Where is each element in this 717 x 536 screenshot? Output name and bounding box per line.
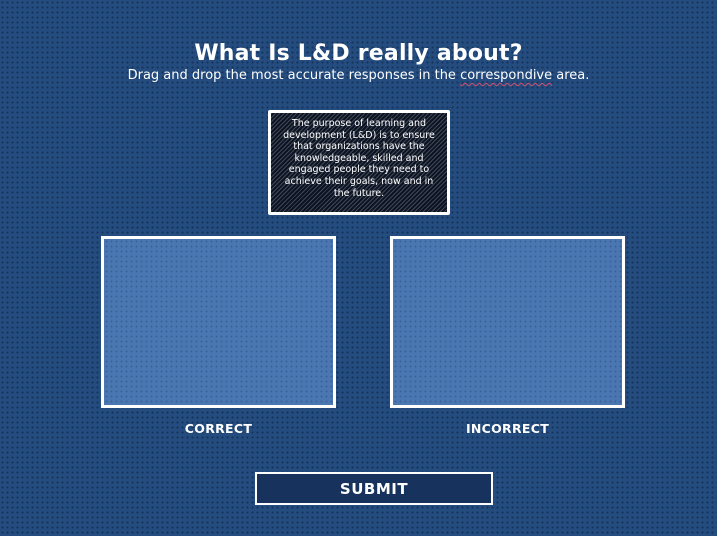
drop-zone-incorrect[interactable] — [390, 236, 625, 408]
instructions-highlight: correspondive — [460, 68, 553, 83]
drop-zone-incorrect-label: INCORRECT — [465, 421, 550, 436]
instructions: Drag and drop the most accurate response… — [0, 67, 717, 85]
response-card-text: The purpose of learning and development … — [283, 118, 435, 199]
instructions-text-end: area. — [552, 68, 590, 83]
drop-zone-correct[interactable] — [101, 236, 336, 408]
submit-button-label: SUBMIT — [339, 479, 409, 498]
page-title: What Is L&D really about? — [194, 41, 523, 66]
drop-zone-correct-label: CORRECT — [184, 421, 253, 436]
instructions-text-start: Drag and drop the most accurate response… — [127, 68, 461, 83]
draggable-response-card[interactable]: The purpose of learning and development … — [268, 110, 450, 215]
submit-button[interactable]: SUBMIT — [255, 472, 493, 505]
